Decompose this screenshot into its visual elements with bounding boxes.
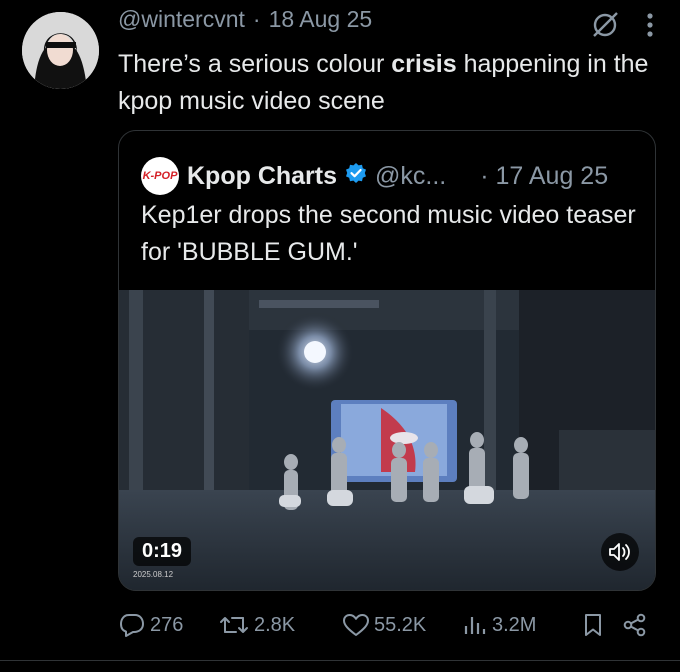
tweet-text: There’s a serious colour crisis happenin… xyxy=(118,50,649,115)
views-button[interactable]: 3.2M xyxy=(462,612,582,638)
separator-dot: · xyxy=(252,6,261,32)
action-bar: 276 2.8K 55.2K 3.2M xyxy=(118,612,648,638)
volume-button[interactable] xyxy=(601,533,639,571)
quoted-tweet[interactable]: K-POP Kpop Charts @kc... · 17 Aug 25 Kep… xyxy=(118,130,656,591)
divider xyxy=(0,660,680,661)
quote-header: K-POP Kpop Charts @kc... · 17 Aug 25 xyxy=(141,157,608,195)
bookmark-icon xyxy=(585,614,601,636)
reply-button[interactable]: 276 xyxy=(118,612,218,638)
repost-button[interactable]: 2.8K xyxy=(218,612,342,638)
top-icons xyxy=(590,10,654,45)
tweet-header: @wintercvnt · 18 Aug 25 xyxy=(118,6,372,33)
reply-icon xyxy=(120,614,144,637)
share-icon xyxy=(623,613,646,637)
repost-icon xyxy=(220,617,248,633)
bold-word: crisis xyxy=(391,50,457,78)
avatar-image xyxy=(22,12,99,89)
view-count: 3.2M xyxy=(492,613,537,636)
video-duration: 0:19 xyxy=(133,537,192,566)
repost-count: 2.8K xyxy=(254,613,296,636)
video-player[interactable]: 0:19 2025.08.12 xyxy=(119,290,655,590)
quote-avatar[interactable]: K-POP xyxy=(141,157,179,195)
grok-icon[interactable] xyxy=(590,10,620,45)
author-handle[interactable]: @wintercvnt xyxy=(118,6,245,33)
avatar[interactable] xyxy=(22,12,99,89)
speaker-icon xyxy=(609,543,630,561)
video-frame xyxy=(119,290,655,590)
quote-author-handle[interactable]: @kc... xyxy=(375,162,446,191)
quote-text: Kep1er drops the second music video teas… xyxy=(141,201,636,266)
video-timestamp: 2025.08.12 xyxy=(133,570,174,579)
share-button[interactable] xyxy=(622,612,648,638)
bookmark-button[interactable] xyxy=(582,612,622,638)
like-count: 55.2K xyxy=(374,613,427,636)
more-options-icon[interactable] xyxy=(646,10,654,45)
views-icon xyxy=(464,617,486,634)
verified-badge-icon xyxy=(345,162,367,191)
reply-count: 276 xyxy=(150,613,184,636)
quote-date[interactable]: · 17 Aug 25 xyxy=(480,162,608,191)
quote-author-name[interactable]: Kpop Charts xyxy=(187,162,337,191)
heart-icon xyxy=(343,614,369,636)
like-button[interactable]: 55.2K xyxy=(342,612,462,638)
tweet-date[interactable]: 18 Aug 25 xyxy=(269,6,373,33)
